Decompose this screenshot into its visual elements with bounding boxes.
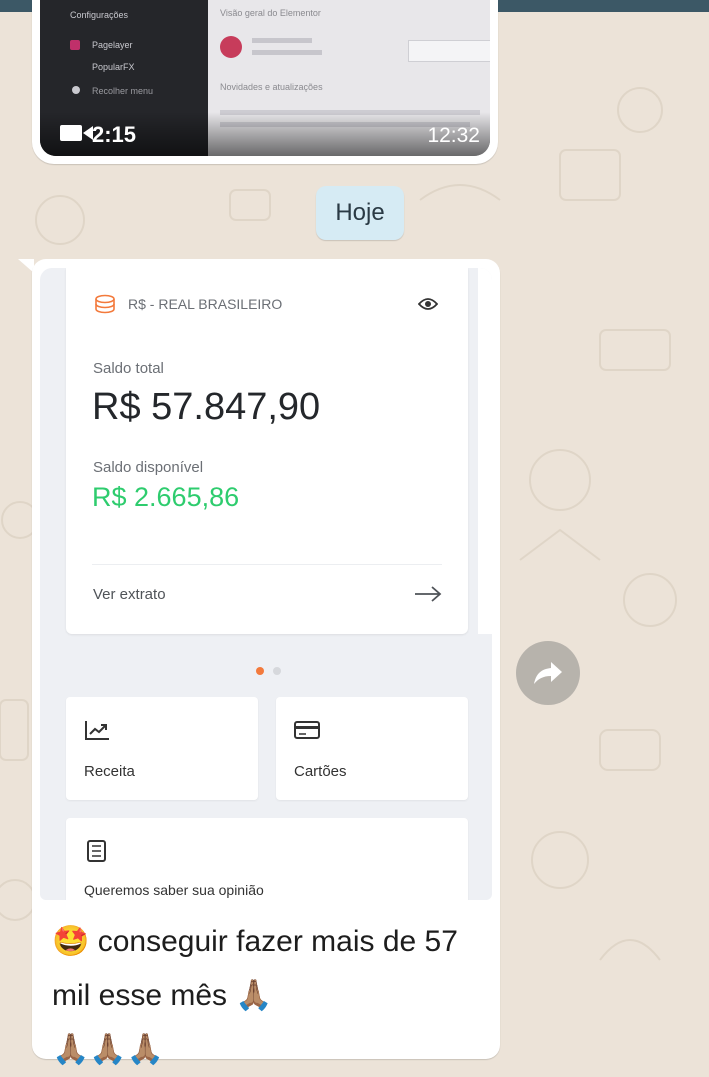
feedback-label: Queremos saber sua opinião [84, 882, 264, 898]
video-camera-icon [60, 125, 93, 141]
balance-card: R$ - REAL BRASILEIRO Saldo total R$ 57.8… [66, 268, 468, 634]
currency-label: R$ - REAL BRASILEIRO [128, 296, 283, 312]
message-time: 12:32 [427, 124, 480, 147]
tile-cartoes: Cartões [276, 697, 468, 800]
thumb-line [252, 50, 322, 55]
thumb-button [408, 40, 490, 62]
thumb-heading: Visão geral do Elementor [220, 8, 321, 18]
praying-hands-emoji-row: 🙏🏽🙏🏽🙏🏽 [52, 1033, 165, 1066]
tile-receita: Receita [66, 697, 258, 800]
tile-label: Receita [84, 763, 135, 780]
thumb-line [252, 38, 312, 43]
thumb-menu-item: PopularFX [92, 62, 135, 72]
attached-image[interactable]: R$ - REAL BRASILEIRO Saldo total R$ 57.8… [40, 268, 492, 900]
praying-hands-emoji: 🙏🏽 [235, 979, 273, 1012]
arrow-right-icon [415, 586, 442, 602]
next-card-peek [478, 268, 492, 634]
forward-button[interactable] [516, 641, 580, 705]
thumb-menu-item: Recolher menu [92, 86, 154, 96]
thumb-news-label: Novidades e atualizações [220, 82, 323, 92]
carousel-dot [273, 667, 282, 675]
carousel-dot-active [256, 667, 264, 675]
statement-link: Ver extrato [93, 586, 166, 603]
available-balance-label: Saldo disponível [93, 459, 204, 476]
star-struck-emoji: 🤩 [52, 925, 90, 958]
video-duration: 2:15 [92, 122, 137, 147]
thumb-menu-item: Configurações [70, 10, 129, 20]
thumb-menu-item: Pagelayer [92, 40, 133, 50]
elementor-icon [220, 36, 242, 58]
image-message[interactable]: R$ - REAL BRASILEIRO Saldo total R$ 57.8… [32, 259, 500, 1066]
video-message[interactable]: Configurações Pagelayer PopularFX Recolh… [32, 0, 498, 164]
eye-icon [418, 298, 438, 310]
carousel-dots [256, 662, 286, 680]
message-caption: 🤩 conseguir fazer mais de 57 mil esse mê… [52, 915, 472, 1077]
checklist-icon [87, 840, 106, 862]
date-divider: Hoje [316, 186, 404, 240]
card-divider [92, 564, 442, 565]
coins-icon [95, 294, 115, 314]
forward-arrow-icon [534, 662, 562, 684]
pagelayer-icon [70, 40, 80, 50]
total-balance-value: R$ 57.847,90 [92, 386, 321, 428]
collapse-icon [72, 86, 80, 94]
feedback-tile: Queremos saber sua opinião [66, 818, 468, 900]
available-balance-value: R$ 2.665,86 [92, 482, 240, 512]
credit-card-icon [294, 721, 320, 739]
total-balance-label: Saldo total [93, 360, 164, 377]
tile-label: Cartões [294, 763, 347, 780]
chart-line-icon [85, 721, 109, 740]
